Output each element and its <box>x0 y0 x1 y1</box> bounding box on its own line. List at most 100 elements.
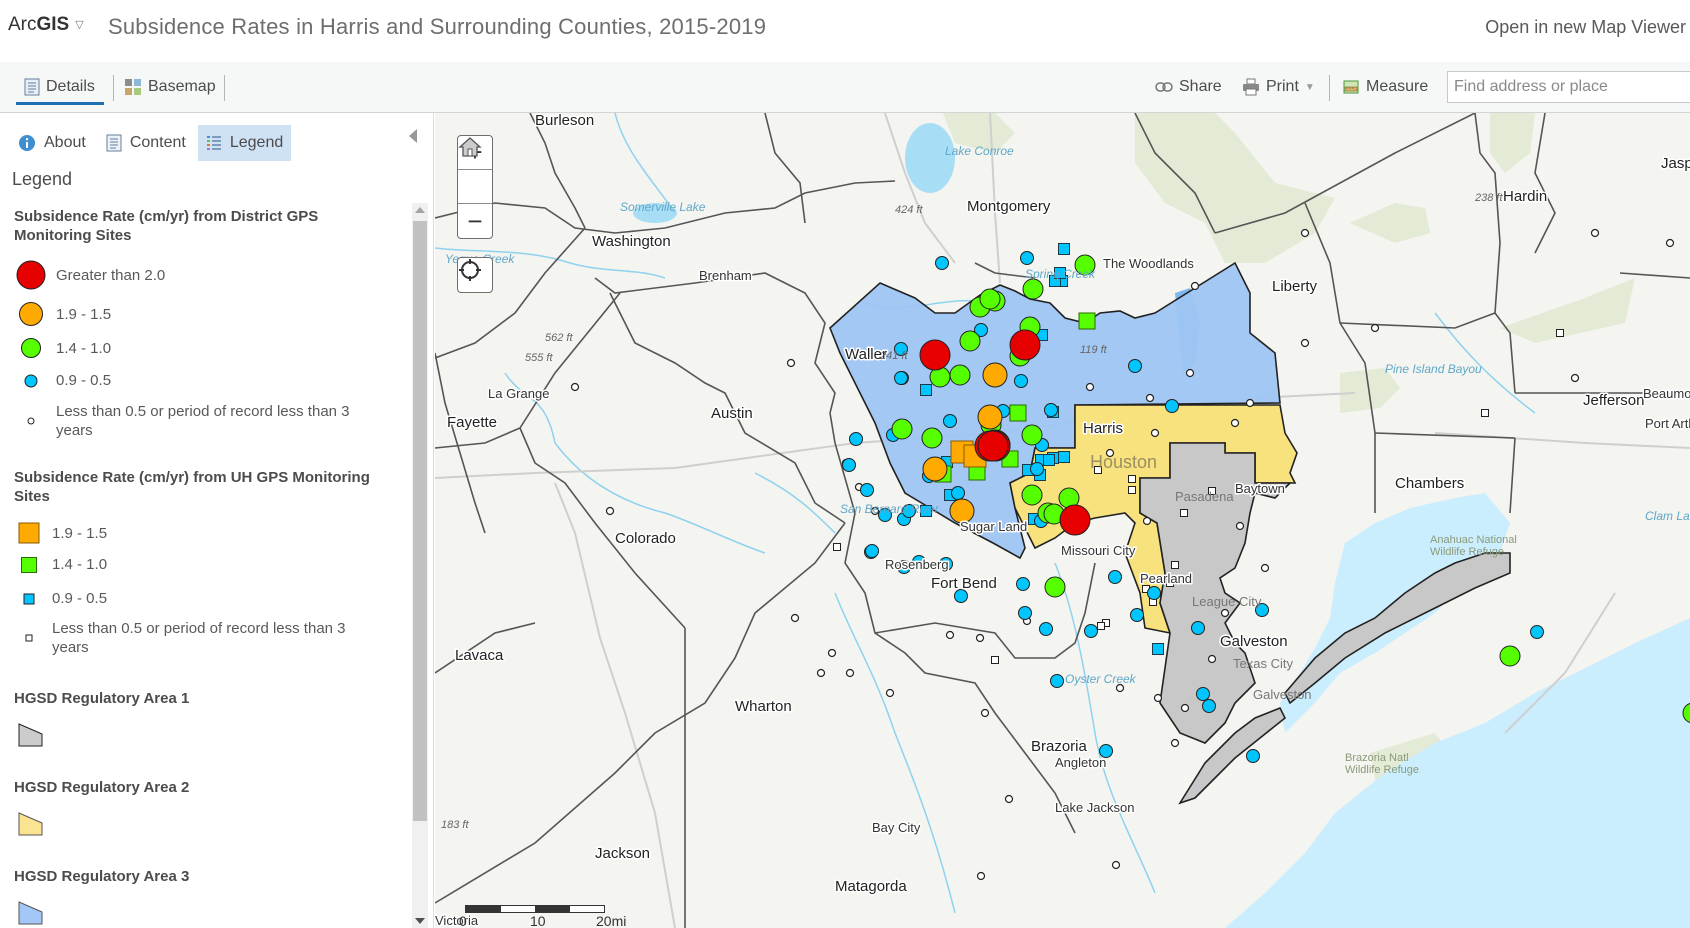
search-input[interactable] <box>1447 71 1690 103</box>
green-site-marker[interactable] <box>1022 278 1044 300</box>
blue-site-marker[interactable] <box>1108 570 1122 584</box>
blue-site-marker[interactable] <box>1246 749 1260 763</box>
minor-site-marker[interactable] <box>786 358 796 368</box>
minor-site-marker[interactable] <box>1111 860 1121 870</box>
minor-site-marker[interactable] <box>1300 228 1310 238</box>
blue-uh-site-marker[interactable] <box>1043 454 1055 466</box>
minor-site-marker[interactable] <box>1220 608 1230 618</box>
blue-site-marker[interactable] <box>1050 674 1064 688</box>
blue-site-marker[interactable] <box>1147 586 1161 600</box>
blue-site-marker[interactable] <box>1014 374 1028 388</box>
minor-site-marker[interactable] <box>1570 373 1580 383</box>
blue-site-marker[interactable] <box>865 544 879 558</box>
red-site-marker[interactable] <box>919 339 951 371</box>
red-site-marker[interactable] <box>1009 329 1041 361</box>
green-site-marker[interactable] <box>1021 424 1043 446</box>
blue-uh-site-marker[interactable] <box>1058 451 1070 463</box>
collapse-panel-icon[interactable] <box>409 129 417 143</box>
minor-site-marker[interactable] <box>1300 338 1310 348</box>
scrollbar-thumb[interactable] <box>413 221 427 821</box>
share-button[interactable]: Share <box>1155 74 1222 100</box>
tab-details[interactable]: Details <box>24 74 95 100</box>
minor-uh-site-marker[interactable] <box>1171 561 1179 569</box>
minor-site-marker[interactable] <box>1185 368 1195 378</box>
measure-button[interactable]: Measure <box>1342 74 1428 100</box>
arcgis-menu[interactable]: ArcGIS ▽ <box>8 14 84 36</box>
tab-basemap[interactable]: Basemap <box>124 74 216 100</box>
minor-site-marker[interactable] <box>1370 323 1380 333</box>
minor-site-marker[interactable] <box>885 688 895 698</box>
minor-site-marker[interactable] <box>1142 516 1152 526</box>
minor-site-marker[interactable] <box>1245 398 1255 408</box>
print-button[interactable]: Print ▼ <box>1242 74 1315 100</box>
minor-site-marker[interactable] <box>976 871 986 881</box>
minor-uh-site-marker[interactable] <box>1481 409 1489 417</box>
blue-site-marker[interactable] <box>860 483 874 497</box>
blue-site-marker[interactable] <box>1530 625 1544 639</box>
green-site-marker[interactable] <box>949 364 971 386</box>
blue-site-marker[interactable] <box>1191 621 1205 635</box>
red-site-marker[interactable] <box>977 430 1009 462</box>
blue-site-marker[interactable] <box>1165 399 1179 413</box>
minor-uh-site-marker[interactable] <box>991 656 999 664</box>
green-uh-site-marker[interactable] <box>1009 404 1027 422</box>
red-site-marker[interactable] <box>1059 504 1091 536</box>
scroll-up-arrow-icon[interactable] <box>415 207 425 213</box>
blue-site-marker[interactable] <box>894 371 908 385</box>
minor-uh-site-marker[interactable] <box>1097 622 1105 630</box>
minor-site-marker[interactable] <box>945 630 955 640</box>
orange-site-marker[interactable] <box>922 456 948 482</box>
blue-site-marker[interactable] <box>1030 462 1044 476</box>
green-site-marker[interactable] <box>891 418 913 440</box>
minor-site-marker[interactable] <box>1230 418 1240 428</box>
green-site-marker[interactable] <box>979 288 1001 310</box>
blue-site-marker[interactable] <box>1039 622 1053 636</box>
blue-uh-site-marker[interactable] <box>920 384 932 396</box>
minor-site-marker[interactable] <box>1207 654 1217 664</box>
blue-site-marker[interactable] <box>1018 606 1032 620</box>
blue-uh-site-marker[interactable] <box>1058 243 1070 255</box>
tab-legend[interactable]: Legend <box>197 125 292 161</box>
blue-site-marker[interactable] <box>1084 624 1098 638</box>
blue-site-marker[interactable] <box>1196 687 1210 701</box>
blue-site-marker[interactable] <box>1016 577 1030 591</box>
blue-site-marker[interactable] <box>1020 251 1034 265</box>
orange-site-marker[interactable] <box>982 362 1008 388</box>
minor-site-marker[interactable] <box>1170 738 1180 748</box>
minor-uh-site-marker[interactable] <box>1128 475 1136 483</box>
green-uh-site-marker[interactable] <box>1078 312 1096 330</box>
minor-site-marker[interactable] <box>1235 521 1245 531</box>
blue-site-marker[interactable] <box>935 256 949 270</box>
tab-about[interactable]: About <box>10 125 94 161</box>
minor-site-marker[interactable] <box>1190 281 1200 291</box>
locate-button[interactable] <box>458 258 492 292</box>
blue-site-marker[interactable] <box>842 458 856 472</box>
minor-site-marker[interactable] <box>570 382 580 392</box>
blue-site-marker[interactable] <box>1128 359 1142 373</box>
minor-site-marker[interactable] <box>1665 238 1675 248</box>
open-new-map-viewer-link[interactable]: Open in new Map Viewer <box>1485 17 1686 38</box>
home-button[interactable] <box>458 137 492 204</box>
minor-site-marker[interactable] <box>845 668 855 678</box>
scroll-down-arrow-icon[interactable] <box>415 918 425 924</box>
minor-site-marker[interactable] <box>1153 693 1163 703</box>
minor-uh-site-marker[interactable] <box>1556 329 1564 337</box>
minor-site-marker[interactable] <box>1004 794 1014 804</box>
map-view[interactable]: Burleson Washington Montgomery Hardin Libert… <box>435 113 1690 928</box>
green-site-marker[interactable] <box>921 427 943 449</box>
blue-uh-site-marker[interactable] <box>1152 643 1164 655</box>
minor-site-marker[interactable] <box>1150 428 1160 438</box>
green-site-marker[interactable] <box>1499 645 1521 667</box>
blue-site-marker[interactable] <box>849 432 863 446</box>
minor-uh-site-marker[interactable] <box>833 543 841 551</box>
green-site-marker[interactable] <box>1044 576 1066 598</box>
minor-site-marker[interactable] <box>790 613 800 623</box>
minor-site-marker[interactable] <box>1590 228 1600 238</box>
minor-uh-site-marker[interactable] <box>1128 486 1136 494</box>
minor-site-marker[interactable] <box>1145 393 1155 403</box>
orange-site-marker[interactable] <box>977 404 1003 430</box>
blue-site-marker[interactable] <box>1130 608 1144 622</box>
blue-site-marker[interactable] <box>943 414 957 428</box>
minor-site-marker[interactable] <box>980 708 990 718</box>
green-site-marker[interactable] <box>1021 484 1043 506</box>
